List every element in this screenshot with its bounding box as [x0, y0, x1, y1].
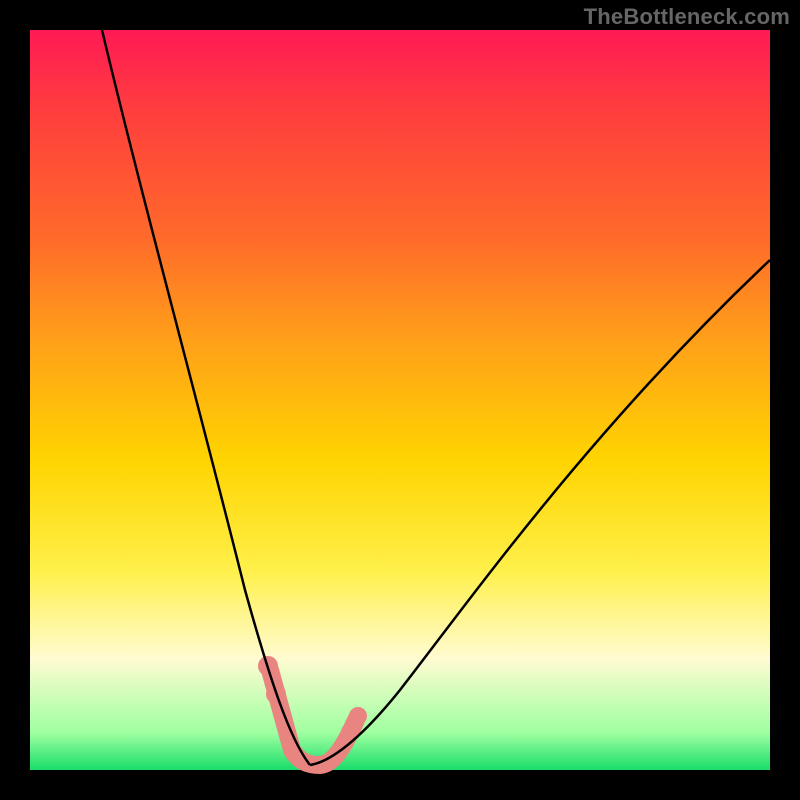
attribution-text: TheBottleneck.com [584, 4, 790, 30]
highlight-segment [270, 670, 356, 765]
left-curve [102, 30, 310, 765]
chart-svg [30, 30, 770, 770]
chart-frame: TheBottleneck.com [0, 0, 800, 800]
right-curve [310, 260, 770, 765]
highlight-dot [349, 707, 367, 725]
